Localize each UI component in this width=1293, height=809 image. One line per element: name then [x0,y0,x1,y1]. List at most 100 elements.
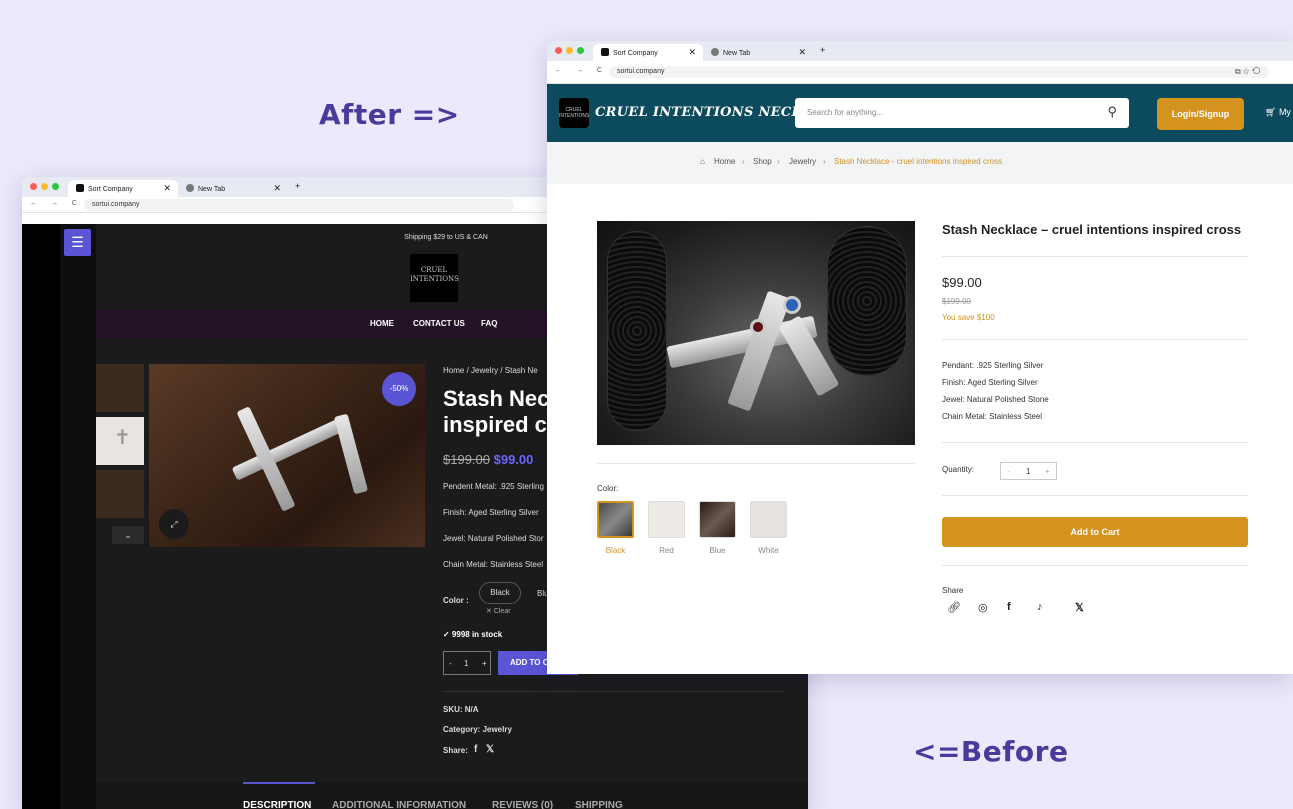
color-label: Color : [443,596,469,605]
quantity-label: Quantity: [942,465,975,474]
left-gutter [22,224,60,809]
product-image[interactable] [597,221,915,445]
minimize-window-icon[interactable] [41,183,48,190]
divider [942,339,1248,340]
spec-line: Jewel: Natural Polished Stone [942,395,1049,404]
tab-bar: Sort Company ✕ New Tab ✕ + [547,41,1293,61]
tiktok-icon[interactable]: ♪ [1037,601,1043,613]
store-logo[interactable]: CRUEL INTENTIONS [410,254,459,302]
close-tab-icon[interactable]: ✕ [798,47,806,58]
maximize-window-icon[interactable] [577,47,584,54]
x-icon[interactable]: 𝕏 [486,744,494,755]
instagram-icon[interactable]: ◎ [978,601,988,614]
swatch-label: Blue [709,546,726,555]
nav-faq[interactable]: FAQ [481,319,497,328]
nav-home[interactable]: HOME [370,319,394,328]
breadcrumb-home[interactable]: Home [714,157,735,166]
swatch-label: White [758,546,779,555]
price: $99.00 [942,275,982,290]
price: $199.00 $99.00 [443,452,534,467]
spec-line: Pendant: .925 Sterling Silver [942,361,1044,370]
after-browser-window: Sort Company ✕ New Tab ✕ + ← → C sortui.… [547,41,1293,674]
quantity-value: 1 [464,659,469,668]
divider [942,565,1248,566]
tab-sort-company[interactable]: Sort Company ✕ [68,180,178,197]
chain-beads [827,226,907,376]
color-option-black[interactable]: Black [479,582,521,604]
breadcrumb[interactable]: Home / Jewelry / Stash Ne [443,366,538,375]
swatch-white[interactable] [750,501,787,538]
decrease-button[interactable]: - [1007,467,1010,476]
url-field[interactable]: sortui.company [609,66,1269,78]
facebook-icon[interactable]: f [474,744,477,755]
product-tabs: DESCRIPTION ADDITIONAL INFORMATION REVIE… [96,782,808,809]
thumbnail[interactable]: ✝ [96,417,144,465]
close-tab-icon[interactable]: ✕ [688,47,696,58]
tab-reviews[interactable]: REVIEWS (0) [492,800,553,809]
divider [942,256,1248,257]
close-tab-icon[interactable]: ✕ [163,183,171,194]
bookmark-star-icon[interactable]: ⧉ ☆ ⟲ [1235,67,1260,77]
increase-button[interactable]: + [1045,467,1050,476]
thumbnail[interactable] [96,364,144,412]
add-to-cart-button[interactable]: Add to Cart [942,517,1248,547]
swatch-blue[interactable] [699,501,736,538]
tab-shipping[interactable]: SHIPPING [575,800,623,809]
facebook-icon[interactable]: f [1007,601,1011,613]
search-icon[interactable]: ⚲ [1107,104,1117,120]
x-icon[interactable]: 𝕏 [1075,601,1084,614]
before-label: <=Before [913,735,1069,768]
tab-description[interactable]: DESCRIPTION [243,800,311,809]
close-window-icon[interactable] [30,183,37,190]
breadcrumb-jewelry[interactable]: Jewelry [789,157,816,166]
thumbnail[interactable] [96,470,144,518]
pendant-shape [333,413,369,495]
swatch-label: Red [659,546,674,555]
new-tab-button[interactable]: + [820,45,825,55]
category[interactable]: Category: Jewelry [443,725,512,734]
nav-buttons[interactable]: ← → C [555,67,608,74]
close-tab-icon[interactable]: ✕ [273,183,281,194]
maximize-window-icon[interactable] [52,183,59,190]
swatch-black[interactable] [597,501,634,538]
minimize-window-icon[interactable] [566,47,573,54]
favicon-icon [76,184,84,192]
home-icon[interactable]: ⌂ [700,157,705,166]
link-icon[interactable]: 🔗︎ [947,601,961,614]
increase-button[interactable]: + [482,659,487,668]
discount-badge: -50% [382,372,416,406]
close-window-icon[interactable] [555,47,562,54]
quantity-stepper[interactable]: - 1 + [443,651,491,675]
quantity-stepper[interactable]: - 1 + [1000,462,1057,480]
cart-icon: 🛒︎ [1265,107,1279,117]
nav-contact-us[interactable]: CONTACT US [413,319,465,328]
share-label: Share [942,586,964,595]
my-cart-link[interactable]: 🛒︎ My [1265,107,1291,118]
breadcrumb-current: Stash Necklace - cruel intentions inspir… [834,157,1003,166]
hamburger-menu-icon[interactable]: ☰ [64,229,91,256]
blue-stone [783,296,801,314]
chain-beads [607,231,667,431]
search-input[interactable]: Search for anything... ⚲ [795,98,1129,128]
store-logo[interactable]: CRUEL INTENTIONS [559,98,589,128]
tab-new-tab[interactable]: New Tab ✕ [178,180,288,197]
swatch-label: Black [605,546,626,555]
pendant-shape [236,406,296,512]
decrease-button[interactable]: - [449,659,452,668]
after-label: After => [319,98,460,131]
tab-additional-information[interactable]: ADDITIONAL INFORMATION [332,800,466,809]
zoom-icon[interactable]: ⤢ [159,509,189,539]
new-tab-button[interactable]: + [295,181,300,191]
tab-new-tab[interactable]: New Tab ✕ [703,44,813,61]
product-title: Stash Nec inspired c [443,386,550,437]
nav-buttons[interactable]: ← → C [30,200,83,207]
login-signup-button[interactable]: Login/Signup [1157,98,1244,130]
url-field[interactable]: sortui.company [84,199,514,211]
clear-link[interactable]: ✕ Clear [486,607,511,615]
tab-sort-company[interactable]: Sort Company ✕ [593,44,703,61]
chevron-down-icon[interactable]: ⌄ [112,526,144,544]
breadcrumb-shop[interactable]: Shop [753,157,772,166]
swatch-red[interactable] [648,501,685,538]
spec-line: Pendent Metal: .925 Sterling [443,482,544,491]
divider [942,442,1248,443]
